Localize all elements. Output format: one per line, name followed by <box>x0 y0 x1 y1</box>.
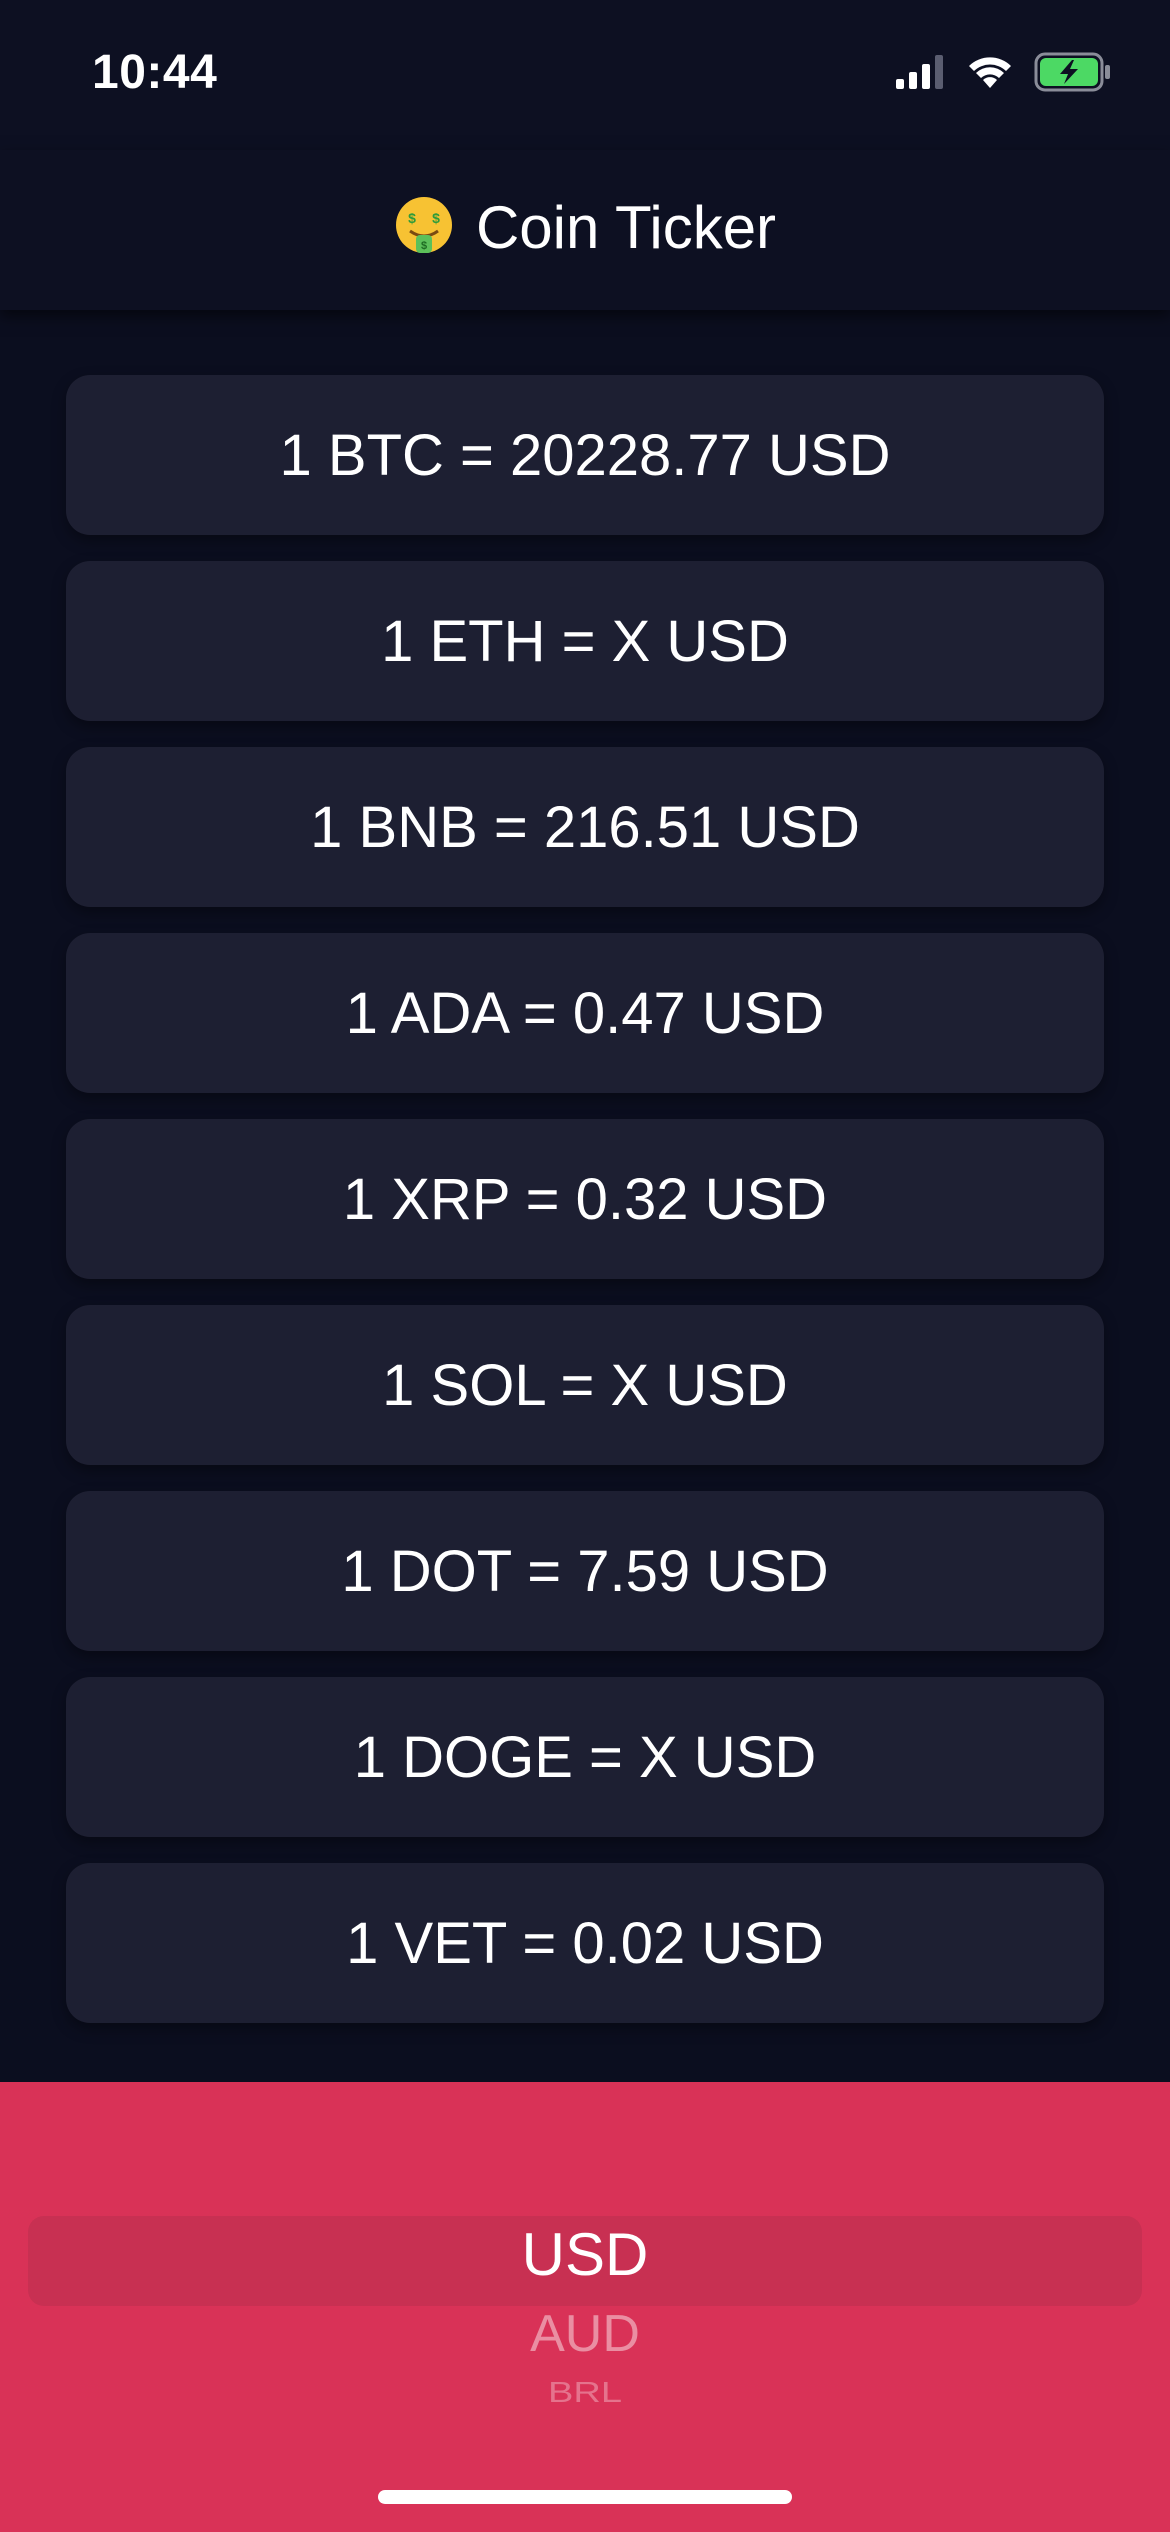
cellular-signal-icon <box>896 55 946 94</box>
coin-card-eth: 1 ETH = X USD <box>66 561 1104 721</box>
svg-text:$: $ <box>432 210 440 226</box>
picker-option-usd[interactable]: USD <box>0 2220 1170 2289</box>
coin-card-sol: 1 SOL = X USD <box>66 1305 1104 1465</box>
picker-option-aud[interactable]: AUD <box>0 2304 1170 2364</box>
status-icons <box>896 52 1112 97</box>
battery-charging-icon <box>1034 52 1112 97</box>
header-title-group: $ $ $ Coin Ticker <box>394 193 776 262</box>
app-title: Coin Ticker <box>475 193 777 261</box>
coin-card-xrp: 1 XRP = 0.32 USD <box>66 1119 1104 1279</box>
coin-card-bnb: 1 BNB = 216.51 USD <box>66 747 1104 907</box>
status-bar: 10:44 <box>0 0 1170 150</box>
coin-card-ada: 1 ADA = 0.47 USD <box>66 933 1104 1093</box>
app-screen: 10:44 $ $ $ Coin Ticker 1 BTC = 20228.77… <box>0 0 1170 2532</box>
currency-picker[interactable]: USD AUD BRL <box>0 2082 1170 2532</box>
svg-text:$: $ <box>421 240 427 252</box>
coin-card-doge: 1 DOGE = X USD <box>66 1677 1104 1837</box>
app-header: $ $ $ Coin Ticker <box>0 150 1170 310</box>
money-mouth-face-emoji: $ $ $ <box>394 195 454 260</box>
coin-card-vet: 1 VET = 0.02 USD <box>66 1863 1104 2023</box>
picker-option-brl[interactable]: BRL <box>0 2377 1170 2409</box>
coin-list: 1 BTC = 20228.77 USD 1 ETH = X USD 1 BNB… <box>66 375 1104 2049</box>
status-time: 10:44 <box>92 46 218 99</box>
home-indicator[interactable] <box>378 2490 792 2504</box>
svg-text:$: $ <box>408 210 416 226</box>
coin-card-dot: 1 DOT = 7.59 USD <box>66 1491 1104 1651</box>
coin-card-btc: 1 BTC = 20228.77 USD <box>66 375 1104 535</box>
wifi-icon <box>966 54 1014 95</box>
